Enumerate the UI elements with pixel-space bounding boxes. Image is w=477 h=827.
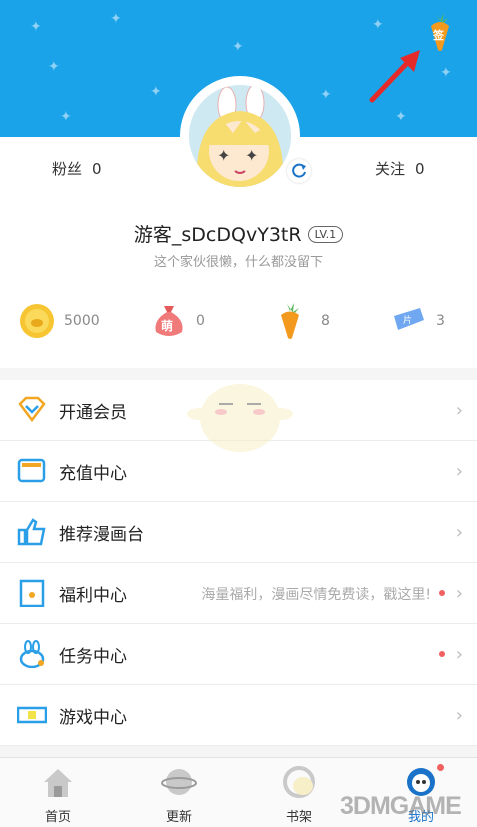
coin-value: 5000 bbox=[64, 313, 100, 329]
refresh-icon bbox=[292, 163, 306, 178]
menu-label: 开通会员 bbox=[59, 403, 127, 423]
level-badge: LV.1 bbox=[307, 226, 344, 243]
ticket-balance[interactable]: 片 3 bbox=[390, 302, 445, 340]
menu-label: 游戏中心 bbox=[59, 708, 127, 728]
chevron-right-icon: › bbox=[455, 461, 463, 482]
meng-bag-balance[interactable]: 萌 0 bbox=[150, 302, 205, 340]
menu-item-games[interactable]: 游戏中心 › bbox=[0, 685, 477, 746]
menu-label: 推荐漫画台 bbox=[59, 525, 144, 545]
user-bio: 这个家伙很懒，什么都没留下 bbox=[153, 255, 323, 270]
menu-label: 福利中心 bbox=[59, 586, 127, 606]
red-arrow-annotation bbox=[369, 50, 420, 103]
chevron-right-icon: › bbox=[455, 583, 463, 604]
coin-icon bbox=[20, 304, 54, 338]
fans-label: 粉丝 bbox=[52, 160, 83, 178]
meng-bag-value: 0 bbox=[196, 313, 205, 329]
nav-label: 更新 bbox=[165, 810, 192, 825]
refresh-avatar-button[interactable] bbox=[287, 159, 311, 183]
menu-item-tasks[interactable]: 任务中心 › bbox=[0, 624, 477, 685]
gift-envelope-icon bbox=[19, 579, 45, 607]
wallet-icon bbox=[17, 458, 46, 483]
username: 游客_sDcDQvY3tR bbox=[133, 224, 302, 246]
ticket-text: 片 bbox=[403, 316, 413, 326]
anime-avatar-icon: ✦ ✦ bbox=[189, 85, 291, 187]
carrot-value: 8 bbox=[321, 313, 330, 329]
nav-home[interactable]: 首页 bbox=[18, 758, 98, 827]
menu-label: 充值中心 bbox=[59, 464, 127, 484]
game-ticket-icon bbox=[17, 706, 47, 724]
star-decoration: ✦ bbox=[60, 109, 72, 125]
coin-balance[interactable]: 5000 bbox=[18, 302, 100, 340]
rabbit-icon bbox=[19, 640, 45, 668]
follow-label: 关注 bbox=[375, 160, 406, 178]
thumbs-up-icon bbox=[17, 518, 46, 546]
star-decoration: ✦ bbox=[110, 11, 122, 27]
home-icon bbox=[44, 769, 72, 797]
carrot-icon bbox=[281, 303, 299, 339]
meng-bag-text: 萌 bbox=[161, 319, 174, 333]
notification-dot bbox=[439, 651, 445, 657]
star-decoration: ✦ bbox=[30, 19, 42, 35]
nav-bookshelf[interactable]: 书架 bbox=[259, 758, 339, 827]
star-decoration: ✦ bbox=[150, 84, 162, 100]
star-decoration: ✦ bbox=[232, 39, 244, 55]
follow-stat[interactable]: 关注 0 bbox=[375, 158, 425, 179]
nav-update[interactable]: 更新 bbox=[139, 758, 219, 827]
nav-label: 书架 bbox=[285, 810, 312, 825]
ticket-value: 3 bbox=[436, 313, 445, 329]
star-decoration: ✦ bbox=[372, 17, 384, 33]
chevron-right-icon: › bbox=[455, 705, 463, 726]
meng-bag-icon: 萌 bbox=[150, 302, 188, 340]
fans-stat[interactable]: 粉丝 0 bbox=[52, 158, 102, 179]
star-decoration: ✦ bbox=[395, 109, 407, 125]
checkin-label: 签 bbox=[433, 29, 444, 42]
menu-item-recommend[interactable]: 推荐漫画台 › bbox=[0, 502, 477, 563]
fans-count: 0 bbox=[92, 160, 102, 178]
planet-icon bbox=[161, 769, 197, 795]
star-decoration: ✦ bbox=[320, 87, 332, 103]
notification-dot bbox=[437, 764, 444, 771]
notification-dot bbox=[439, 590, 445, 596]
chevron-right-icon: › bbox=[455, 400, 463, 421]
star-decoration: ✦ bbox=[48, 59, 60, 75]
ticket-icon: 片 bbox=[390, 302, 428, 340]
username-row: 游客_sDcDQvY3tR LV.1 bbox=[0, 220, 477, 247]
checkin-carrot-button[interactable]: 签 bbox=[426, 10, 454, 52]
follow-count: 0 bbox=[415, 160, 425, 178]
bookshelf-icon bbox=[283, 766, 315, 798]
avatar[interactable]: ✦ ✦ bbox=[189, 85, 291, 187]
carrot-balance[interactable]: 8 bbox=[275, 302, 330, 340]
menu-item-welfare[interactable]: 福利中心 海量福利，漫画尽情免费读，戳这里! › bbox=[0, 563, 477, 624]
svg-text:✦: ✦ bbox=[245, 146, 258, 165]
chevron-right-icon: › bbox=[455, 644, 463, 665]
chevron-right-icon: › bbox=[455, 522, 463, 543]
menu-label: 任务中心 bbox=[59, 647, 127, 667]
svg-text:✦: ✦ bbox=[217, 146, 230, 165]
watermark-text: 3DMGAME bbox=[340, 792, 462, 820]
welfare-hint: 海量福利，漫画尽情免费读，戳这里! bbox=[201, 587, 431, 603]
nav-label: 首页 bbox=[44, 810, 71, 825]
vip-diamond-icon bbox=[18, 396, 46, 423]
mascot-overlay bbox=[187, 384, 293, 452]
star-decoration: ✦ bbox=[440, 65, 452, 81]
